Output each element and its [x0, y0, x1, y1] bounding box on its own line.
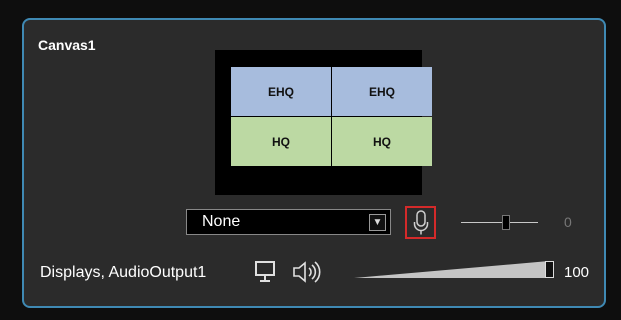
microphone-button[interactable]: [405, 206, 436, 239]
volume-slider-thumb[interactable]: [545, 261, 554, 278]
tile-ehq-top-left[interactable]: EHQ: [231, 67, 331, 116]
tile-ehq-top-right[interactable]: EHQ: [332, 67, 432, 116]
input-level-thumb[interactable]: [502, 215, 510, 230]
output-label: Displays, AudioOutput1: [40, 264, 207, 281]
audio-input-value: None: [202, 213, 241, 230]
tile-hq-bottom-left[interactable]: HQ: [231, 117, 331, 166]
microphone-icon: [413, 209, 428, 234]
audio-input-select[interactable]: None ▼: [186, 209, 391, 235]
monitor-icon[interactable]: [254, 260, 276, 284]
speaker-icon[interactable]: [291, 260, 325, 284]
input-level-value: 0: [564, 214, 572, 230]
layout-preview[interactable]: EHQ EHQ HQ HQ: [215, 50, 432, 195]
chevron-down-icon[interactable]: ▼: [369, 213, 386, 231]
tile-hq-bottom-right[interactable]: HQ: [332, 117, 432, 166]
input-level-track[interactable]: [461, 222, 538, 223]
canvas-title: Canvas1: [38, 37, 96, 53]
volume-value: 100: [564, 264, 590, 281]
canvas-panel: Canvas1 EHQ EHQ HQ HQ None ▼ 0 Displays,…: [22, 18, 606, 308]
volume-slider-track[interactable]: [354, 259, 549, 279]
